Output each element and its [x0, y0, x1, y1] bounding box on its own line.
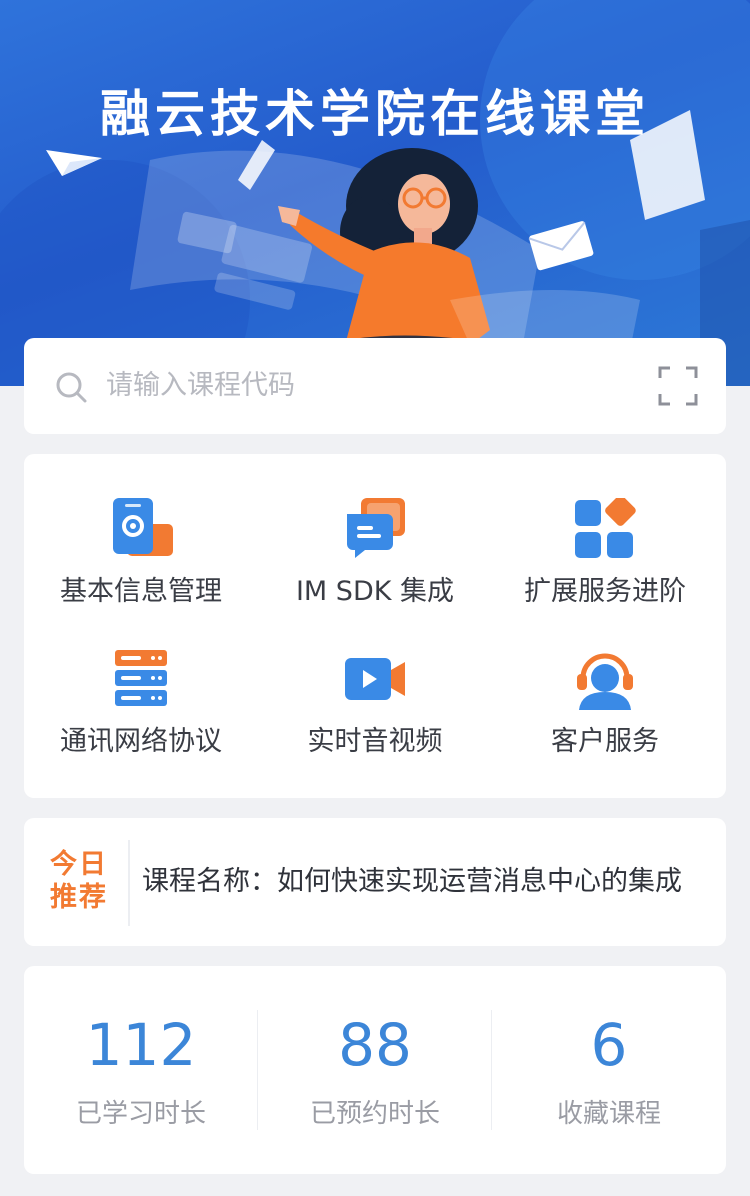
- menu-item-label: 扩展服务进阶: [524, 576, 686, 607]
- server-stack-icon: [115, 650, 167, 706]
- menu-item-customer-service[interactable]: 客户服务: [488, 648, 722, 798]
- stat-booked-time[interactable]: 88 已预约时长: [258, 1010, 492, 1132]
- scan-icon[interactable]: [658, 366, 698, 406]
- app-page: 融云技术学院在线课堂 请输入课程代码 基本信息管理 IM SDK 集成 扩展服务…: [0, 0, 750, 1196]
- stat-study-time[interactable]: 112 已学习时长: [24, 1010, 258, 1132]
- stat-label: 已学习时长: [75, 1099, 206, 1129]
- banner-title: 融云技术学院在线课堂: [100, 85, 650, 143]
- search-icon[interactable]: [54, 370, 88, 404]
- hero-illustration: [0, 0, 750, 386]
- stat-value: 112: [85, 1011, 197, 1079]
- stat-label: 收藏课程: [556, 1099, 661, 1129]
- recommend-badge-line2: 推荐: [50, 882, 108, 913]
- menu-item-label: 实时音视频: [307, 726, 443, 757]
- stat-value: 6: [590, 1011, 628, 1079]
- menu-item-extensions[interactable]: 扩展服务进阶: [488, 498, 722, 648]
- grid-apps-icon: [575, 498, 636, 558]
- settings-phone-icon: [113, 498, 173, 556]
- menu-item-basic-info[interactable]: 基本信息管理: [24, 498, 258, 648]
- video-camera-icon: [345, 658, 405, 700]
- menu-item-label: 基本信息管理: [60, 576, 222, 607]
- stat-label: 已预约时长: [309, 1099, 440, 1129]
- recommend-badge: 今日 推荐: [48, 848, 110, 914]
- menu-item-label: 客户服务: [551, 726, 659, 757]
- stat-favorite-courses[interactable]: 6 收藏课程: [492, 1010, 726, 1132]
- menu-item-network-protocol[interactable]: 通讯网络协议: [24, 648, 258, 798]
- recommend-divider: [128, 840, 130, 926]
- headset-agent-icon: [577, 653, 633, 710]
- hero-banner: 融云技术学院在线课堂: [0, 0, 750, 386]
- menu-item-label: 通讯网络协议: [60, 726, 222, 757]
- menu-item-rtc[interactable]: 实时音视频: [258, 648, 492, 798]
- chat-bubbles-icon: [347, 498, 405, 558]
- stat-value: 88: [338, 1011, 412, 1079]
- menu-item-label: IM SDK 集成: [295, 576, 455, 607]
- search-input[interactable]: 请输入课程代码: [106, 366, 295, 406]
- recommend-badge-line1: 今日: [50, 849, 108, 880]
- recommend-course-title[interactable]: 课程名称：如何快速实现运营消息中心的集成: [142, 864, 682, 900]
- menu-item-im-sdk[interactable]: IM SDK 集成: [258, 498, 492, 648]
